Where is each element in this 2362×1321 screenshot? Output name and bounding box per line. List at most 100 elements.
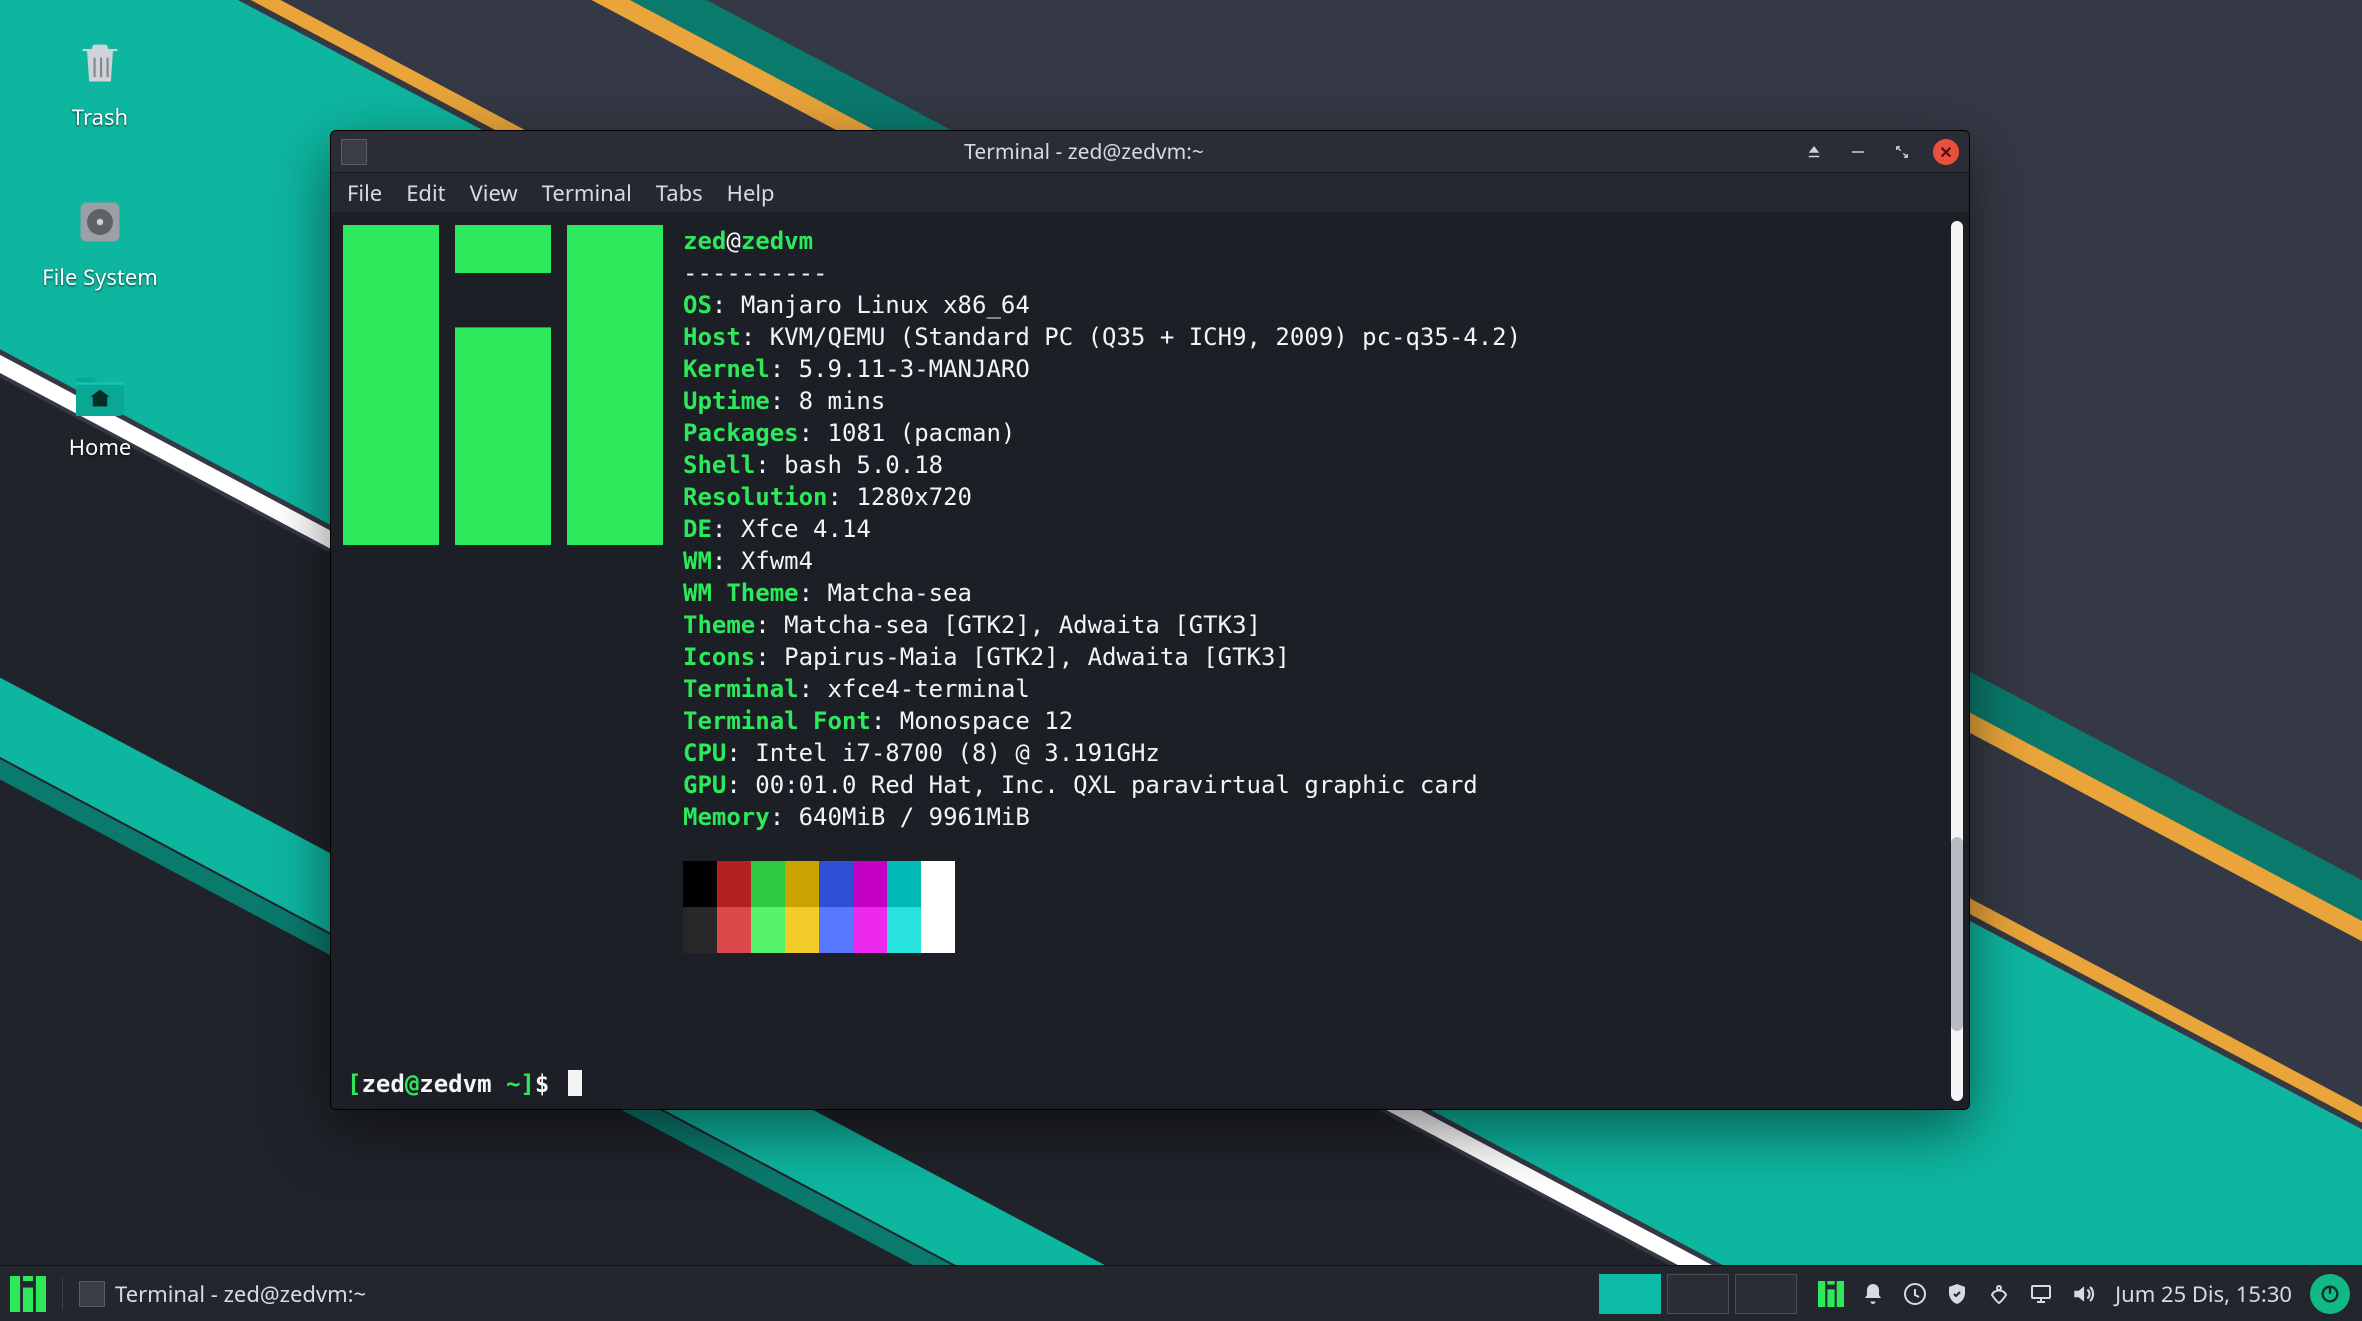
manjaro-tray-icon[interactable] bbox=[1817, 1280, 1845, 1308]
menu-edit[interactable]: Edit bbox=[406, 178, 445, 208]
nf-value: Monospace 12 bbox=[900, 707, 1073, 735]
scrollbar-thumb[interactable] bbox=[1951, 837, 1963, 1031]
nf-line: Resolution: 1280x720 bbox=[683, 481, 1953, 513]
minimize-icon[interactable] bbox=[1845, 139, 1871, 165]
nf-value: 1280x720 bbox=[856, 483, 972, 511]
nf-line: DE: Xfce 4.14 bbox=[683, 513, 1953, 545]
nf-line: WM: Xfwm4 bbox=[683, 545, 1953, 577]
nf-key: Shell bbox=[683, 451, 755, 479]
nf-line: Terminal Font: Monospace 12 bbox=[683, 705, 1953, 737]
neofetch-logo bbox=[343, 225, 683, 1093]
menu-view[interactable]: View bbox=[470, 178, 518, 208]
nf-line: Shell: bash 5.0.18 bbox=[683, 449, 1953, 481]
nf-value: 640MiB / 9961MiB bbox=[799, 803, 1030, 831]
nf-key: WM Theme bbox=[683, 579, 799, 607]
start-menu-button[interactable] bbox=[0, 1266, 56, 1321]
nf-value: 1081 (pacman) bbox=[828, 419, 1016, 447]
nf-value: Manjaro Linux x86_64 bbox=[741, 291, 1030, 319]
swatch bbox=[819, 907, 853, 953]
disk-icon bbox=[68, 190, 132, 254]
nf-key: Terminal bbox=[683, 675, 799, 703]
nf-key: Host bbox=[683, 323, 741, 351]
nf-value: Matcha-sea [GTK2], Adwaita [GTK3] bbox=[784, 611, 1261, 639]
maximize-icon[interactable] bbox=[1889, 139, 1915, 165]
nf-value: xfce4-terminal bbox=[828, 675, 1030, 703]
swatch bbox=[819, 861, 853, 907]
nf-key: WM bbox=[683, 547, 712, 575]
menubar: File Edit View Terminal Tabs Help bbox=[331, 173, 1969, 213]
workspace-3[interactable] bbox=[1735, 1274, 1797, 1314]
terminal-icon bbox=[79, 1281, 105, 1307]
system-tray bbox=[1807, 1280, 2107, 1308]
nf-line: Packages: 1081 (pacman) bbox=[683, 417, 1953, 449]
shield-icon[interactable] bbox=[1943, 1280, 1971, 1308]
close-icon[interactable]: ✕ bbox=[1933, 139, 1959, 165]
swatch bbox=[683, 861, 717, 907]
nf-line: CPU: Intel i7-8700 (8) @ 3.191GHz bbox=[683, 737, 1953, 769]
clipboard-icon[interactable] bbox=[1985, 1280, 2013, 1308]
nf-line: Uptime: 8 mins bbox=[683, 385, 1953, 417]
nf-line: OS: Manjaro Linux x86_64 bbox=[683, 289, 1953, 321]
nf-user: zed bbox=[683, 227, 726, 255]
menu-file[interactable]: File bbox=[347, 178, 382, 208]
nf-value: 8 mins bbox=[799, 387, 886, 415]
menu-help[interactable]: Help bbox=[727, 178, 775, 208]
swatch bbox=[887, 861, 921, 907]
nf-line: Kernel: 5.9.11-3-MANJARO bbox=[683, 353, 1953, 385]
home-folder-icon bbox=[68, 360, 132, 424]
nf-value: 00:01.0 Red Hat, Inc. QXL paravirtual gr… bbox=[755, 771, 1477, 799]
nf-key: CPU bbox=[683, 739, 726, 767]
eject-icon[interactable] bbox=[1801, 139, 1827, 165]
swatch bbox=[717, 907, 751, 953]
power-button[interactable] bbox=[2310, 1274, 2350, 1314]
terminal-body[interactable]: zed@zedvm ---------- OS: Manjaro Linux x… bbox=[331, 213, 1969, 1109]
desktop-icon-trash[interactable]: Trash bbox=[20, 30, 180, 132]
swatch bbox=[785, 861, 819, 907]
neofetch-info: zed@zedvm ---------- OS: Manjaro Linux x… bbox=[683, 225, 1953, 1093]
cursor bbox=[568, 1070, 582, 1096]
menu-terminal[interactable]: Terminal bbox=[542, 178, 632, 208]
window-app-icon bbox=[341, 139, 367, 165]
nf-value: bash 5.0.18 bbox=[784, 451, 943, 479]
titlebar[interactable]: Terminal - zed@zedvm:~ ✕ bbox=[331, 131, 1969, 173]
swatch bbox=[921, 861, 955, 907]
taskbar-app-terminal[interactable]: Terminal - zed@zedvm:~ bbox=[69, 1266, 376, 1321]
swatch bbox=[853, 907, 887, 953]
nf-value: Xfce 4.14 bbox=[741, 515, 871, 543]
nf-key: OS bbox=[683, 291, 712, 319]
clock[interactable]: Jum 25 Dis, 15:30 bbox=[2107, 1279, 2306, 1309]
nf-key: Packages bbox=[683, 419, 799, 447]
nf-key: GPU bbox=[683, 771, 726, 799]
nf-key: Kernel bbox=[683, 355, 770, 383]
desktop-icon-home[interactable]: Home bbox=[20, 360, 180, 462]
nf-key: Resolution bbox=[683, 483, 828, 511]
nf-key: Theme bbox=[683, 611, 755, 639]
nf-divider: ---------- bbox=[683, 257, 1953, 289]
terminal-window: Terminal - zed@zedvm:~ ✕ File Edit View … bbox=[330, 130, 1970, 1110]
workspace-1[interactable] bbox=[1599, 1274, 1661, 1314]
updates-icon[interactable] bbox=[1901, 1280, 1929, 1308]
nf-line: Memory: 640MiB / 9961MiB bbox=[683, 801, 1953, 833]
nf-key: Memory bbox=[683, 803, 770, 831]
notifications-icon[interactable] bbox=[1859, 1280, 1887, 1308]
swatch bbox=[785, 907, 819, 953]
swatch bbox=[717, 861, 751, 907]
workspace-2[interactable] bbox=[1667, 1274, 1729, 1314]
volume-icon[interactable] bbox=[2069, 1280, 2097, 1308]
swatch bbox=[853, 861, 887, 907]
nf-value: Papirus-Maia [GTK2], Adwaita [GTK3] bbox=[784, 643, 1290, 671]
nf-value: 5.9.11-3-MANJARO bbox=[799, 355, 1030, 383]
swatch bbox=[683, 907, 717, 953]
nf-line: Terminal: xfce4-terminal bbox=[683, 673, 1953, 705]
desktop-icon-filesystem[interactable]: File System bbox=[20, 190, 180, 292]
display-icon[interactable] bbox=[2027, 1280, 2055, 1308]
window-title: Terminal - zed@zedvm:~ bbox=[367, 138, 1801, 166]
swatch bbox=[751, 861, 785, 907]
color-swatches bbox=[683, 861, 1953, 953]
scrollbar[interactable] bbox=[1951, 221, 1963, 1101]
nf-line: GPU: 00:01.0 Red Hat, Inc. QXL paravirtu… bbox=[683, 769, 1953, 801]
desktop-icon-label: File System bbox=[20, 262, 180, 292]
menu-tabs[interactable]: Tabs bbox=[656, 178, 703, 208]
prompt: [zed@zedvm ~]$ bbox=[347, 1069, 582, 1099]
nf-line: Host: KVM/QEMU (Standard PC (Q35 + ICH9,… bbox=[683, 321, 1953, 353]
